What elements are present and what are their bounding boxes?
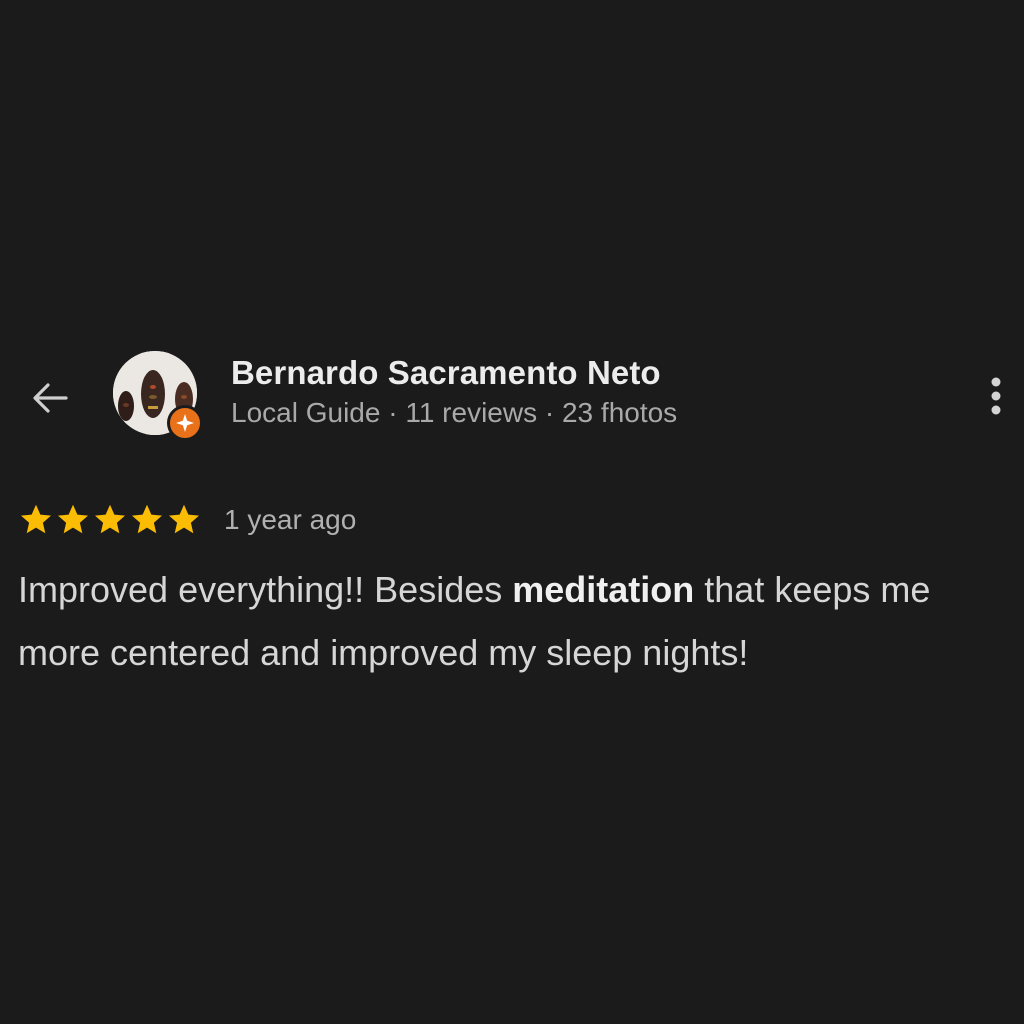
back-button[interactable] bbox=[22, 370, 78, 426]
star-icon bbox=[169, 504, 199, 534]
star-rating bbox=[18, 502, 202, 538]
meta-separator: · bbox=[388, 397, 398, 428]
star-icon bbox=[132, 504, 162, 534]
review-text-start: Improved everything!! Besides bbox=[18, 569, 513, 610]
review-text-highlight: meditation bbox=[512, 569, 695, 610]
star-icon bbox=[58, 504, 88, 534]
review-card: Bernardo Sacramento Neto Local Guide · 1… bbox=[0, 340, 1024, 700]
local-guide-star-icon bbox=[176, 414, 194, 432]
local-guide-label: Local Guide bbox=[231, 397, 381, 428]
arrow-left-icon bbox=[33, 383, 68, 413]
more-vert-icon bbox=[991, 377, 1001, 415]
review-date: 1 year ago bbox=[224, 504, 357, 535]
local-guide-badge bbox=[167, 405, 203, 441]
star-icon bbox=[21, 504, 51, 534]
reviewer-name[interactable]: Bernardo Sacramento Neto bbox=[231, 354, 661, 392]
more-options-button[interactable] bbox=[976, 368, 1016, 424]
reviewer-meta: Local Guide · 11 reviews · 23 fhotos bbox=[231, 397, 677, 429]
reviewer-avatar[interactable] bbox=[113, 351, 203, 441]
star-icon bbox=[95, 504, 125, 534]
review-count: 11 reviews bbox=[405, 397, 538, 428]
rating-row: 1 year ago bbox=[18, 500, 356, 540]
photo-count: 23 fhotos bbox=[561, 397, 678, 428]
meta-separator: · bbox=[544, 397, 555, 428]
review-text: Improved everything!! Besides meditation… bbox=[18, 558, 1018, 684]
